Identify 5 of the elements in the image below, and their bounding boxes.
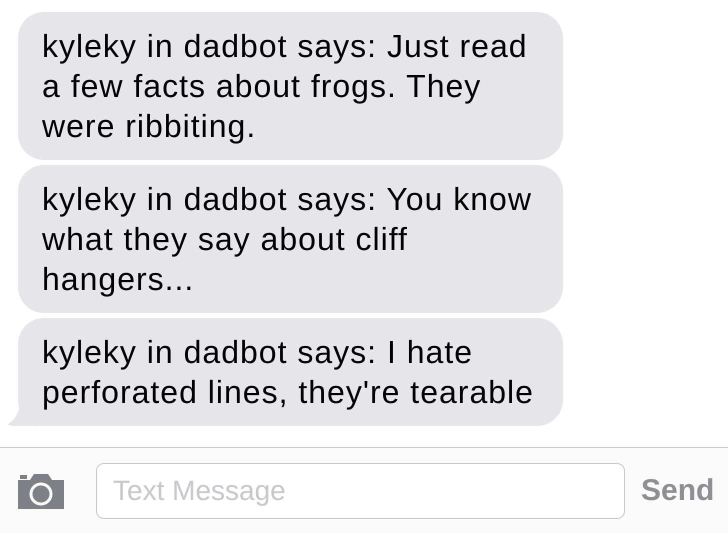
message-bubble: kyleky in dadbot says: Just read a few facts about frogs. They were ribbiting. [18,12,563,160]
message-bubble: kyleky in dadbot says: You know what they say about cliff hangers... [18,165,563,313]
camera-icon[interactable] [16,472,66,510]
send-button[interactable]: Send [641,474,714,508]
message-input[interactable]: Text Message [96,462,625,518]
